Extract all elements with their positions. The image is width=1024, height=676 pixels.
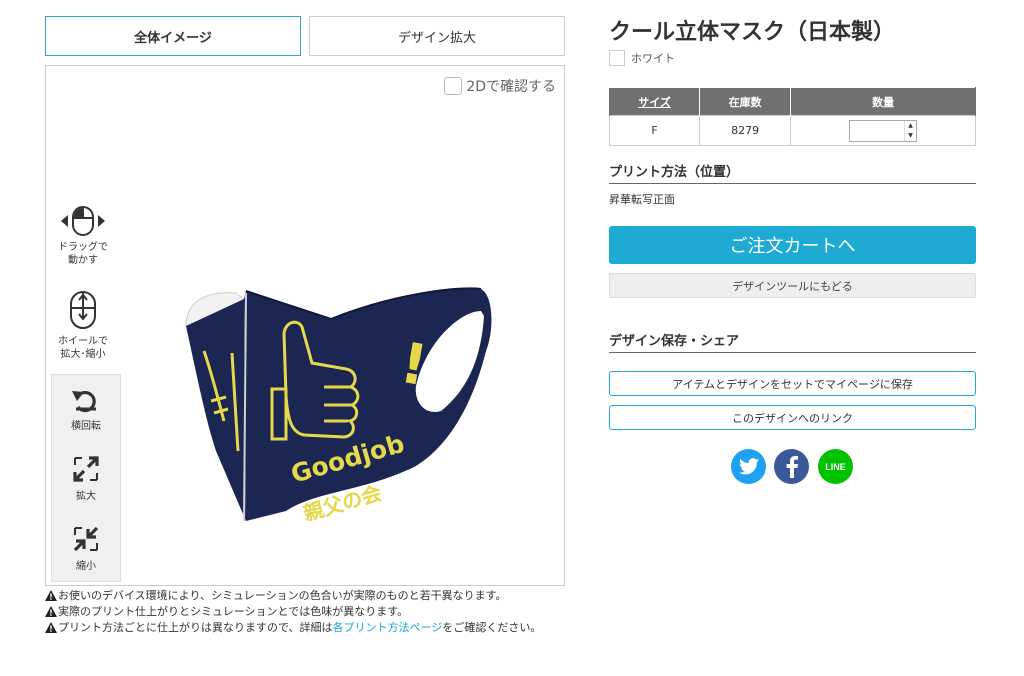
color-name: ホワイト <box>631 52 675 65</box>
design-link-button[interactable]: このデザインへのリンク <box>609 405 976 430</box>
color-option[interactable]: ホワイト <box>609 50 675 66</box>
rotate-icon <box>72 390 96 413</box>
expand-icon <box>73 456 99 482</box>
save-to-mypage-button[interactable]: アイテムとデザインをセットでマイページに保存 <box>609 371 976 396</box>
note-3-text: プリント方法ごとに仕上がりは異なりますので、詳細は各プリント方法ページをご確認く… <box>58 622 565 633</box>
back-to-design-tool-button[interactable]: デザインツールにもどる <box>609 273 976 298</box>
note-3-before: プリント方法ごとに仕上がりは異なりますので、詳細は <box>58 621 333 634</box>
product-title: クール立体マスク（日本製） <box>609 20 896 45</box>
print-method-value: 昇華転写正面 <box>609 193 675 206</box>
quantity-header: 数量 <box>790 87 976 116</box>
note-3: プリント方法ごとに仕上がりは異なりますので、詳細は各プリント方法ページをご確認く… <box>45 622 565 633</box>
note-2: 実際のプリント仕上がりとシミュレーションとでは色味が異なります。 <box>45 606 565 617</box>
rotate-button[interactable]: 横回転 <box>52 387 120 432</box>
drag-hint-line2: 動かす <box>68 255 98 266</box>
spin-up-icon[interactable]: ▲ <box>905 121 916 131</box>
twitter-icon <box>738 458 759 475</box>
drag-hint: ドラッグで 動かす <box>48 204 118 267</box>
zoom-out-label: 縮小 <box>76 561 96 572</box>
zoom-in-label: 拡大 <box>76 491 96 502</box>
view-tools-panel: 横回転 拡大 縮小 <box>51 374 121 582</box>
size-cell: F <box>608 115 701 146</box>
line-share-button[interactable]: LINE <box>818 449 853 484</box>
color-swatch[interactable] <box>609 50 625 66</box>
zoom-out-button[interactable]: 縮小 <box>52 525 120 572</box>
note-1: お使いのデバイス環境により、シミュレーションの色合いが実際のものと若干異なります… <box>45 590 565 601</box>
checkbox-box[interactable] <box>444 77 463 95</box>
tab-design-zoom[interactable]: デザイン拡大 <box>309 16 565 56</box>
zoom-in-button[interactable]: 拡大 <box>52 455 120 502</box>
stock-cell: 8279 <box>699 115 792 146</box>
quantity-stepper[interactable]: ▲ ▼ <box>849 119 918 142</box>
quantity-spinner[interactable]: ▲ ▼ <box>904 120 916 141</box>
wheel-hint-line1: ホイールで <box>58 336 108 347</box>
view-2d-label: 2Dで確認する <box>466 79 556 95</box>
table-row: F 8279 ▲ ▼ <box>608 115 976 146</box>
wheel-hint: ホイールで 拡大･縮小 <box>48 288 118 361</box>
view-2d-checkbox[interactable]: 2Dで確認する <box>444 76 556 96</box>
mouse-wheel-icon <box>70 291 96 329</box>
warning-icon <box>45 606 57 617</box>
warning-icon <box>45 590 57 601</box>
wheel-hint-line2: 拡大･縮小 <box>60 349 106 360</box>
note-3-after: をご確認ください。 <box>442 621 542 634</box>
size-header[interactable]: サイズ <box>608 87 701 116</box>
note-1-text: お使いのデバイス環境により、シミュレーションの色合いが実際のものと若干異なります… <box>58 589 507 602</box>
note-2-text: 実際のプリント仕上がりとシミュレーションとでは色味が異なります。 <box>58 605 409 618</box>
stock-table: サイズ 在庫数 数量 F 8279 ▲ ▼ <box>608 87 976 146</box>
shrink-icon <box>73 526 99 552</box>
quantity-cell: ▲ ▼ <box>790 115 976 146</box>
print-method-heading: プリント方法（位置） <box>609 161 976 184</box>
warning-icon <box>45 622 57 633</box>
size-guide-link[interactable]: サイズ <box>638 96 671 109</box>
mouse-drag-icon <box>61 206 105 236</box>
order-cart-button[interactable]: ご注文カートへ <box>609 226 976 264</box>
preview-viewer[interactable]: 2Dで確認する ドラッグで 動かす ホイールで 拡大･縮小 横回転 拡大 縮小 … <box>45 65 565 586</box>
print-methods-link[interactable]: 各プリント方法ページ <box>333 621 443 634</box>
stock-header: 在庫数 <box>699 87 792 116</box>
tab-full-image[interactable]: 全体イメージ <box>45 16 301 56</box>
drag-hint-line1: ドラッグで <box>58 242 108 253</box>
line-icon: LINE <box>825 461 846 472</box>
facebook-share-button[interactable] <box>774 449 809 484</box>
mask-preview-image[interactable]: ! Goodjob 親父の会 <box>176 221 496 521</box>
rotate-label: 横回転 <box>71 421 101 432</box>
quantity-input[interactable] <box>850 121 904 141</box>
twitter-share-button[interactable] <box>731 449 766 484</box>
save-share-heading: デザイン保存・シェア <box>609 330 976 353</box>
spin-down-icon[interactable]: ▼ <box>905 131 916 141</box>
notes-block: お使いのデバイス環境により、シミュレーションの色合いが実際のものと若干異なります… <box>45 590 565 638</box>
facebook-icon <box>786 455 798 478</box>
